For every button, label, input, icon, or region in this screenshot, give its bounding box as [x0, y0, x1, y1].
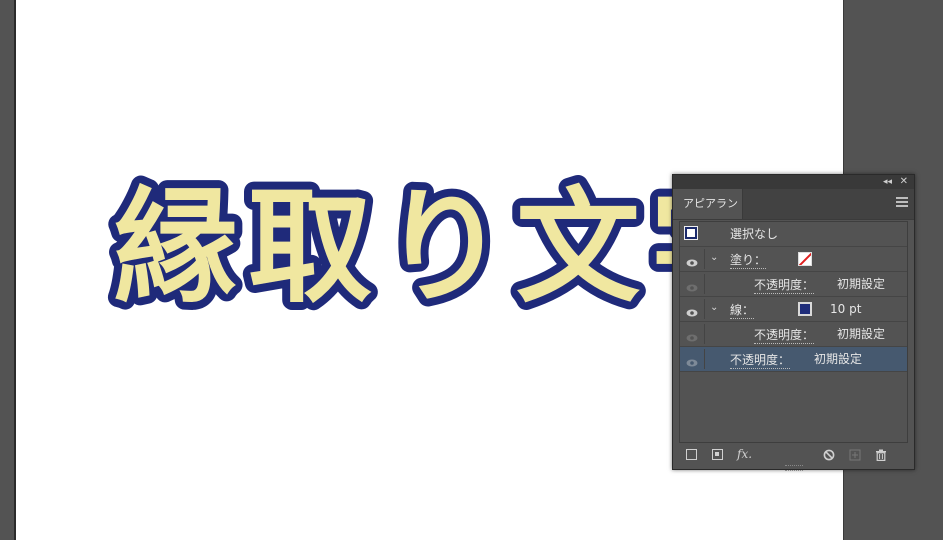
appearance-panel: ◂◂ ✕ アピアランス 選択なし ⌄ 塗り： 不透明度：	[672, 174, 915, 471]
row-divider	[704, 249, 705, 269]
fill-opacity-label[interactable]: 不透明度：	[754, 277, 815, 294]
object-opacity-value: 初期設定	[814, 352, 863, 366]
stroke-opacity-value: 初期設定	[837, 327, 886, 341]
appearance-list: 選択なし ⌄ 塗り： 不透明度： 初期設定 ⌄ 線： 10 pt 不透明度： 初…	[679, 221, 908, 443]
visibility-eye-icon[interactable]	[686, 353, 698, 367]
fill-opacity-value: 初期設定	[837, 277, 886, 291]
left-pasteboard	[0, 0, 14, 540]
collapse-panel-icon[interactable]: ◂◂	[883, 175, 892, 189]
tab-appearance[interactable]: アピアランス	[673, 189, 743, 240]
add-new-fill-icon[interactable]	[712, 449, 723, 460]
stroke-opacity-label[interactable]: 不透明度：	[754, 327, 815, 344]
visibility-eye-icon[interactable]	[686, 303, 698, 317]
outlined-text-object[interactable]: 縁取り文字 縁取り文字	[106, 168, 782, 328]
trash-icon[interactable]	[875, 449, 887, 461]
stroke-weight-value[interactable]: 10 pt	[830, 297, 861, 322]
fill-row[interactable]: ⌄ 塗り：	[680, 247, 907, 272]
visibility-eye-icon[interactable]	[686, 278, 698, 292]
object-row[interactable]: 選択なし	[680, 222, 907, 247]
clear-appearance-icon[interactable]	[823, 449, 835, 461]
panel-resize-grip[interactable]	[785, 465, 803, 471]
row-divider	[704, 349, 705, 369]
row-divider	[704, 324, 705, 344]
duplicate-item-icon[interactable]	[849, 449, 861, 461]
stroke-row[interactable]: ⌄ 線： 10 pt	[680, 297, 907, 322]
stroke-color-swatch[interactable]	[798, 302, 812, 316]
fill-none-swatch[interactable]	[798, 252, 812, 266]
row-divider	[704, 274, 705, 294]
object-label: 選択なし	[730, 227, 779, 241]
panel-tab-row: アピアランス	[673, 189, 914, 240]
panel-menu-icon[interactable]	[896, 197, 908, 209]
fill-label[interactable]: 塗り：	[730, 252, 767, 269]
visibility-eye-icon[interactable]	[686, 253, 698, 267]
add-new-stroke-icon[interactable]	[686, 449, 697, 460]
close-panel-icon[interactable]: ✕	[900, 175, 908, 189]
chevron-down-icon[interactable]: ⌄	[710, 252, 718, 263]
object-opacity-label[interactable]: 不透明度：	[730, 352, 791, 369]
chevron-down-icon[interactable]: ⌄	[710, 302, 718, 313]
stroke-opacity-row[interactable]: 不透明度： 初期設定	[680, 322, 907, 347]
stroke-label[interactable]: 線：	[730, 302, 755, 319]
fill-opacity-row[interactable]: 不透明度： 初期設定	[680, 272, 907, 297]
object-thumbnail-icon	[684, 226, 698, 240]
visibility-eye-icon[interactable]	[686, 328, 698, 342]
fx-icon[interactable]: fx.	[737, 448, 757, 460]
panel-titlebar[interactable]: ◂◂ ✕	[673, 175, 914, 189]
row-divider	[704, 299, 705, 319]
object-opacity-row[interactable]: 不透明度： 初期設定	[680, 347, 907, 372]
